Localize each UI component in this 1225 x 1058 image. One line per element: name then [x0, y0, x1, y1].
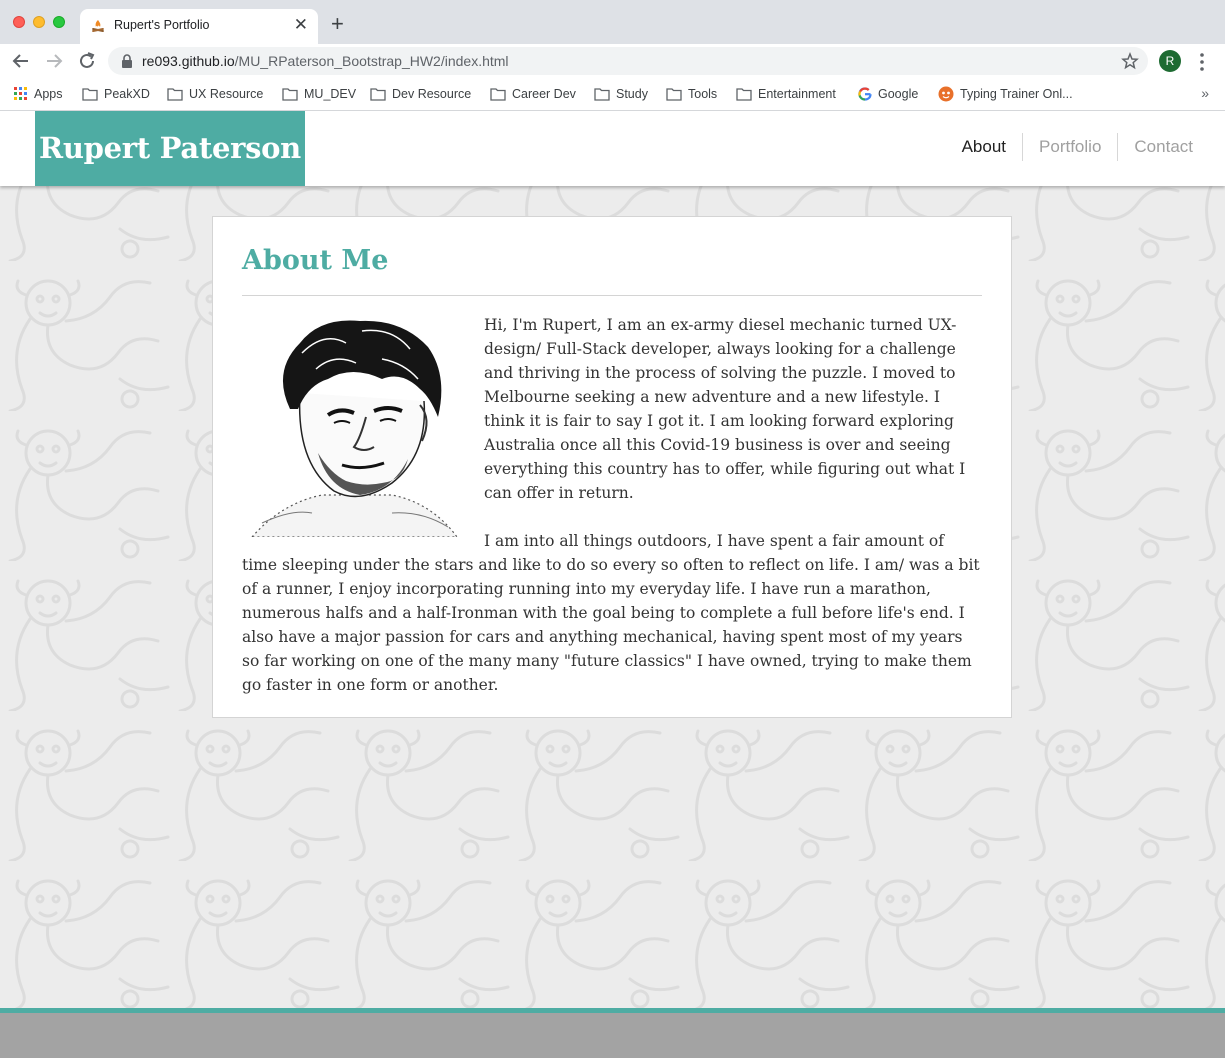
close-window-button[interactable]: [13, 16, 25, 28]
nav-link-contact[interactable]: Contact: [1117, 133, 1209, 161]
back-arrow-icon[interactable]: [10, 50, 32, 72]
typing-trainer-icon: [938, 86, 954, 102]
bookmark-label: Apps: [34, 87, 63, 101]
bookmark-typing-trainer[interactable]: Typing Trainer Onl...: [938, 85, 1073, 103]
forward-arrow-icon[interactable]: [43, 50, 65, 72]
bookmark-folder-study[interactable]: Study: [594, 85, 648, 103]
campfire-favicon-icon: [92, 20, 104, 33]
browser-toolbar: re093.github.io/MU_RPaterson_Bootstrap_H…: [0, 44, 1225, 78]
nav-link-portfolio[interactable]: Portfolio: [1022, 133, 1117, 161]
bookmark-label: UX Resource: [189, 87, 264, 101]
bookmark-folder-tools[interactable]: Tools: [666, 85, 717, 103]
url-text: re093.github.io/MU_RPaterson_Bootstrap_H…: [142, 53, 509, 69]
google-icon: [858, 87, 872, 101]
nav-link-about[interactable]: About: [946, 133, 1022, 161]
folder-icon: [82, 88, 98, 101]
about-paragraph-2: I am into all things outdoors, I have sp…: [242, 532, 980, 694]
web-page: Rupert Paterson About Portfolio Contact …: [0, 111, 1225, 1058]
apps-grid-icon: [14, 87, 27, 100]
bookmark-folder-career-dev[interactable]: Career Dev: [490, 85, 576, 103]
site-footer: [0, 1008, 1225, 1058]
bookmark-apps[interactable]: Apps: [14, 85, 63, 103]
heading-divider: [242, 295, 982, 296]
portrait-image: [242, 313, 464, 537]
folder-icon: [370, 88, 386, 101]
bookmark-label: Tools: [688, 87, 718, 101]
bookmarks-overflow-button[interactable]: »: [1201, 85, 1209, 101]
folder-icon: [666, 88, 682, 101]
bookmark-label: Entertainment: [758, 87, 836, 101]
browser-tab-bar: Rupert's Portfolio ✕ +: [0, 0, 1225, 44]
about-content: Hi, I'm Rupert, I am an ex-army diesel m…: [242, 313, 982, 721]
tab-title: Rupert's Portfolio: [114, 18, 210, 32]
about-heading: About Me: [242, 245, 389, 276]
bookmark-label: Study: [616, 87, 648, 101]
maximize-window-button[interactable]: [53, 16, 65, 28]
profile-avatar[interactable]: R: [1159, 50, 1181, 72]
site-header: Rupert Paterson About Portfolio Contact: [0, 111, 1225, 186]
bookmark-folder-mu-dev[interactable]: MU_DEV: [282, 85, 356, 103]
site-nav: About Portfolio Contact: [946, 133, 1209, 161]
bookmark-label: PeakXD: [104, 87, 150, 101]
bookmark-label: MU_DEV: [304, 87, 357, 101]
reload-icon[interactable]: [76, 50, 98, 72]
bookmarks-bar: Apps PeakXD UX Resource MU_DEV Dev Resou…: [0, 78, 1225, 111]
tab-close-icon[interactable]: ✕: [294, 15, 308, 35]
folder-icon: [167, 88, 183, 101]
bookmark-folder-peakxd[interactable]: PeakXD: [82, 85, 150, 103]
bookmark-folder-ux-resource[interactable]: UX Resource: [167, 85, 263, 103]
site-brand[interactable]: Rupert Paterson: [35, 111, 305, 186]
browser-menu-icon[interactable]: [1196, 52, 1208, 72]
new-tab-button[interactable]: +: [331, 12, 344, 36]
about-card: About Me Hi, I'm Rupert, I am an ex-army…: [212, 216, 1012, 718]
bookmark-folder-entertainment[interactable]: Entertainment: [736, 85, 836, 103]
bookmark-label: Typing Trainer Onl...: [960, 87, 1073, 101]
bookmark-folder-dev-resource[interactable]: Dev Resource: [370, 85, 471, 103]
bookmark-star-icon[interactable]: [1120, 51, 1140, 71]
folder-icon: [282, 88, 298, 101]
address-bar[interactable]: re093.github.io/MU_RPaterson_Bootstrap_H…: [108, 47, 1148, 75]
folder-icon: [490, 88, 506, 101]
minimize-window-button[interactable]: [33, 16, 45, 28]
url-path: /MU_RPaterson_Bootstrap_HW2/index.html: [234, 53, 509, 69]
bookmark-label: Dev Resource: [392, 87, 472, 101]
folder-icon: [736, 88, 752, 101]
bookmark-google[interactable]: Google: [858, 85, 918, 103]
bookmark-label: Google: [878, 87, 919, 101]
bookmark-label: Career Dev: [512, 87, 576, 101]
browser-tab[interactable]: Rupert's Portfolio ✕: [80, 9, 318, 44]
url-host: re093.github.io: [142, 53, 235, 69]
folder-icon: [594, 88, 610, 101]
lock-icon: [122, 54, 132, 68]
